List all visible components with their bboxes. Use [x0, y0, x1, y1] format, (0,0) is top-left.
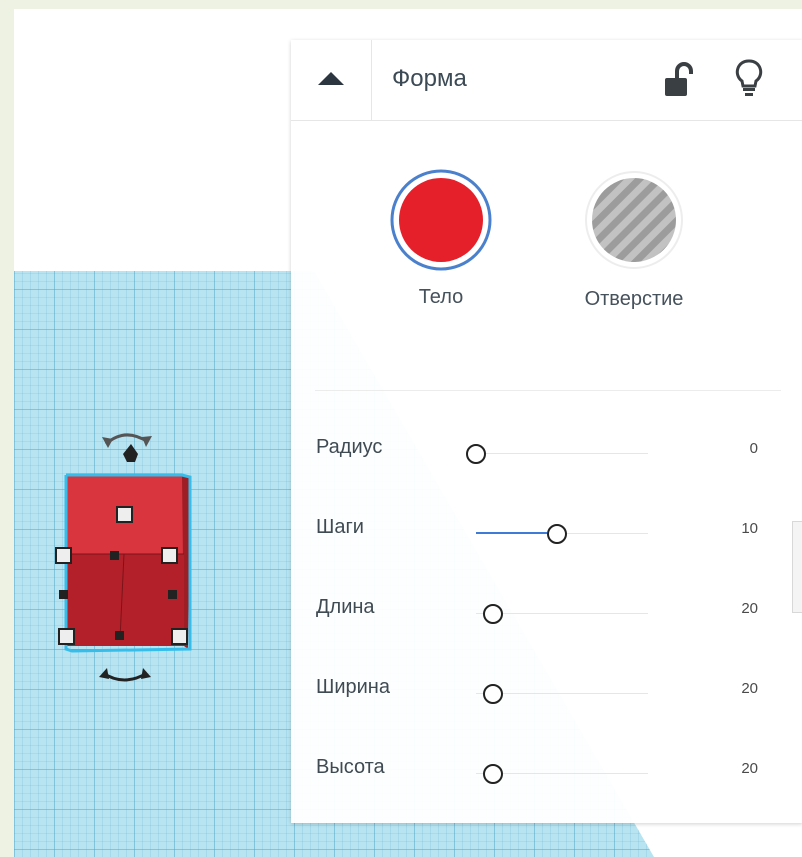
solid-swatch — [390, 169, 492, 271]
slider-knob[interactable] — [546, 524, 567, 544]
slider-track[interactable] — [476, 453, 648, 454]
param-label: Длина — [316, 596, 375, 618]
slider-knob[interactable] — [483, 604, 504, 624]
param-row-3: Ширина 20 — [291, 676, 802, 716]
param-label: Ширина — [316, 676, 390, 698]
panel-title: Форма — [392, 65, 467, 92]
caret-up-icon — [318, 72, 344, 85]
param-row-2: Длина 20 — [291, 596, 802, 636]
type-option-solid[interactable]: Тело — [351, 168, 531, 309]
slider-knob[interactable] — [483, 684, 504, 704]
side-panel-tab[interactable] — [792, 521, 802, 613]
param-row-0: Радиус 0 — [291, 436, 802, 476]
param-value[interactable]: 0 — [750, 440, 758, 457]
rotate-handle-top-icon[interactable] — [102, 433, 152, 448]
type-label-hole: Отверстие — [584, 288, 684, 310]
param-label: Высота — [316, 756, 385, 778]
param-value[interactable]: 20 — [741, 760, 758, 777]
param-value[interactable]: 20 — [741, 600, 758, 617]
lightbulb-icon — [735, 59, 763, 96]
unlocked-padlock-icon — [665, 62, 693, 96]
shape-inspector-panel: Форма Тело Отверстие Радиус 0 Шаги 10 Дл… — [291, 40, 802, 823]
param-row-4: Высота 20 — [291, 756, 802, 796]
lift-handle-icon[interactable] — [123, 444, 138, 462]
slider-knob[interactable] — [483, 764, 504, 784]
light-button[interactable] — [734, 58, 764, 98]
app-frame: Форма Тело Отверстие Радиус 0 Шаги 10 Дл… — [14, 9, 802, 857]
param-label: Радиус — [316, 436, 383, 458]
rotate-handle-bottom-icon[interactable] — [99, 668, 151, 682]
hole-swatch — [585, 171, 683, 269]
param-row-1: Шаги 10 — [291, 516, 802, 556]
param-label: Шаги — [316, 516, 364, 538]
collapse-button[interactable] — [291, 40, 372, 120]
param-value[interactable]: 10 — [741, 520, 758, 537]
param-value[interactable]: 20 — [741, 680, 758, 697]
slider-fill — [476, 532, 547, 534]
lock-button[interactable] — [663, 60, 693, 98]
panel-header: Форма — [291, 40, 802, 121]
type-label-solid: Тело — [418, 286, 464, 308]
panel-divider — [315, 390, 781, 391]
slider-knob[interactable] — [466, 444, 486, 464]
type-option-hole[interactable]: Отверстие — [544, 170, 724, 311]
